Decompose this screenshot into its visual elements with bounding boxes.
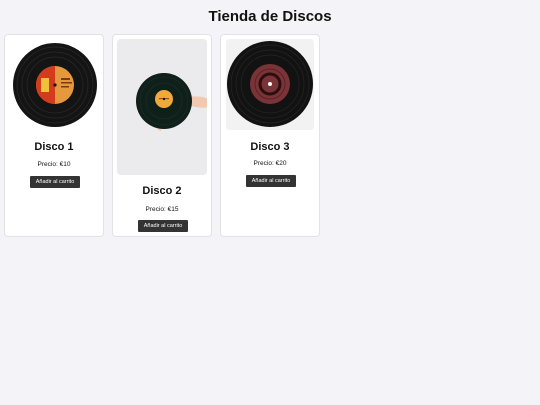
- product-title: Disco 3: [250, 141, 290, 153]
- add-to-cart-button[interactable]: Añadir al carrito: [138, 220, 188, 232]
- product-price: Precio: €10: [37, 161, 71, 168]
- product-price: Precio: €20: [253, 160, 287, 167]
- product-image-1: [11, 40, 97, 130]
- add-to-cart-button[interactable]: Añadir al carrito: [30, 176, 80, 188]
- product-card-1: Disco 1 Precio: €10 Añadir al carrito: [4, 34, 104, 237]
- page-title: Tienda de Discos: [208, 8, 332, 25]
- product-image-2: [117, 39, 207, 175]
- product-card-3: Disco 3 Precio: €20 Añadir al carrito: [220, 34, 320, 237]
- product-title: Disco 2: [142, 185, 182, 197]
- product-image-3: [226, 39, 314, 130]
- add-to-cart-button[interactable]: Añadir al carrito: [246, 175, 296, 187]
- product-price: Precio: €15: [145, 206, 179, 213]
- product-card-2: Disco 2 Precio: €15 Añadir al carrito: [112, 34, 212, 237]
- product-title: Disco 1: [34, 141, 74, 153]
